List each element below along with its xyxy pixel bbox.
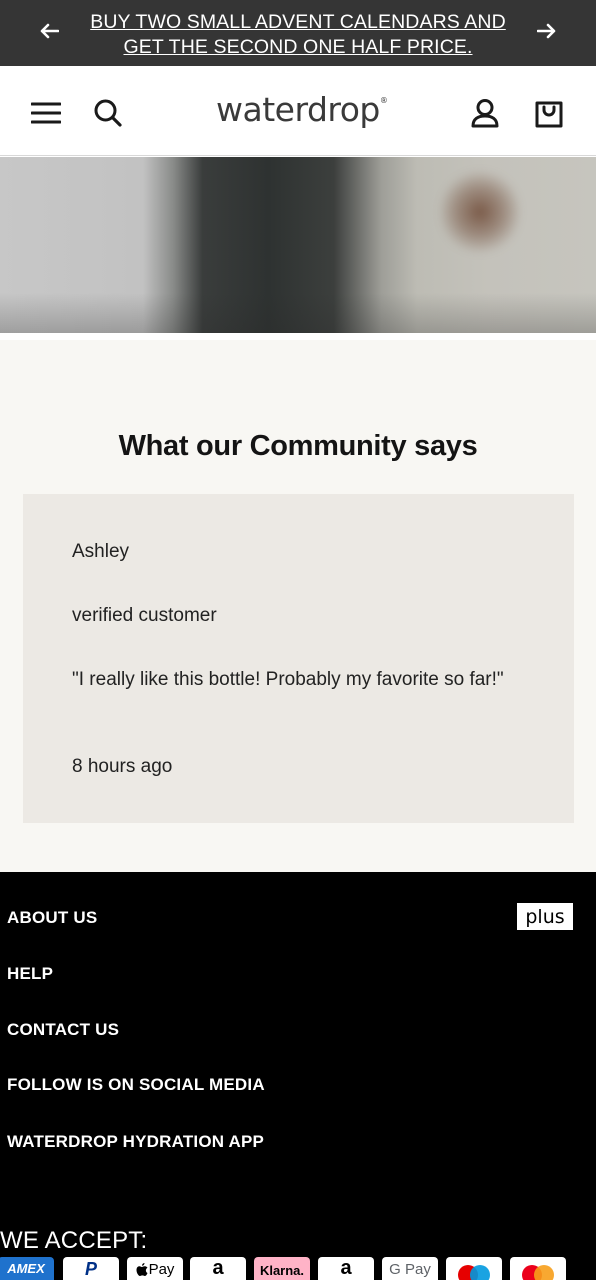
search-icon[interactable] bbox=[91, 96, 125, 130]
apple-pay-icon: Pay bbox=[127, 1257, 183, 1280]
review-text: "I really like this bottle! Probably my … bbox=[72, 669, 504, 690]
verified-badge: verified customer bbox=[72, 605, 217, 626]
announcement-link[interactable]: BUY TWO SMALL ADVENT CALENDARS AND GET T… bbox=[70, 10, 526, 60]
footer-link-social[interactable]: FOLLOW IS ON SOCIAL MEDIA bbox=[7, 1075, 265, 1095]
we-accept-label: WE ACCEPT: bbox=[0, 1227, 148, 1254]
account-icon[interactable] bbox=[468, 96, 502, 130]
paypal-icon: P bbox=[63, 1257, 119, 1280]
amazon-icon: a bbox=[318, 1257, 374, 1280]
cart-icon[interactable] bbox=[532, 96, 566, 130]
announcement-bar: BUY TWO SMALL ADVENT CALENDARS AND GET T… bbox=[0, 0, 596, 66]
hero-image-shade bbox=[0, 293, 596, 333]
review-time: 8 hours ago bbox=[72, 756, 173, 777]
site-header: waterdrop® bbox=[0, 66, 596, 156]
arrow-left-icon[interactable] bbox=[36, 18, 62, 44]
hero-image bbox=[0, 157, 596, 333]
amazon-pay-icon: a bbox=[190, 1257, 246, 1280]
amex-icon: AMEX bbox=[0, 1257, 54, 1280]
klarna-icon: Klarna. bbox=[254, 1257, 310, 1280]
footer-link-help[interactable]: HELP bbox=[7, 964, 53, 984]
site-logo[interactable]: waterdrop® bbox=[216, 90, 388, 129]
google-pay-icon: G Pay bbox=[382, 1257, 438, 1280]
mastercard-icon bbox=[510, 1257, 566, 1280]
footer-link-app[interactable]: WATERDROP HYDRATION APP bbox=[7, 1132, 264, 1152]
menu-icon[interactable] bbox=[29, 96, 63, 130]
community-section: What our Community says Ashley verified … bbox=[0, 340, 596, 872]
maestro-icon bbox=[446, 1257, 502, 1280]
footer-link-contact[interactable]: CONTACT US bbox=[7, 1020, 119, 1040]
arrow-right-icon[interactable] bbox=[534, 18, 560, 44]
hero-image-detail bbox=[440, 167, 520, 257]
review-card: Ashley verified customer "I really like … bbox=[23, 494, 574, 823]
registered-mark: ® bbox=[379, 96, 388, 105]
plus-badge[interactable]: plus bbox=[517, 903, 573, 930]
reviewer-name: Ashley bbox=[72, 541, 130, 562]
site-footer: ABOUT US HELP CONTACT US FOLLOW IS ON SO… bbox=[0, 872, 596, 1280]
footer-link-about[interactable]: ABOUT US bbox=[7, 908, 97, 928]
community-title: What our Community says bbox=[118, 430, 478, 462]
